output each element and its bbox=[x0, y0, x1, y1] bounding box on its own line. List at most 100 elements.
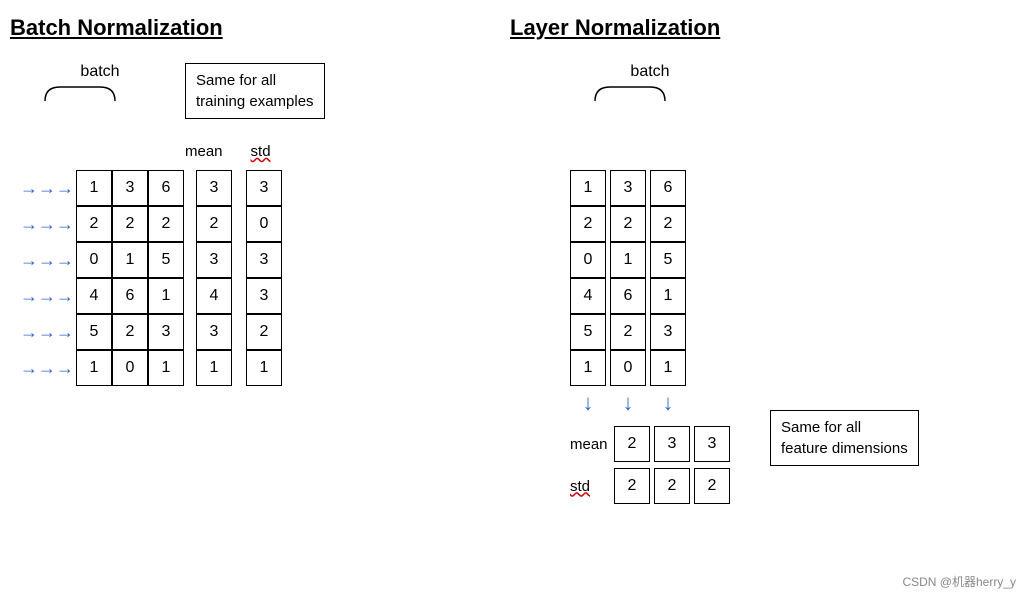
bn-stats-headers: mean std bbox=[185, 143, 271, 160]
ln-mean-label: mean bbox=[570, 436, 606, 453]
ln-cell-0-1: 3 bbox=[610, 170, 646, 206]
ln-col-1: 321620 bbox=[610, 170, 646, 386]
ln-matrix: 120451321620625131 bbox=[570, 170, 730, 386]
bn-cell-3-2: 1 bbox=[148, 278, 184, 314]
ln-content-area: 120451321620625131 ↓↓↓ mean 233 std 222 bbox=[570, 170, 730, 504]
ln-std-2: 2 bbox=[694, 468, 730, 504]
bn-brace-svg bbox=[40, 83, 160, 103]
batch-norm-section: Batch Normalization batch Same for all t… bbox=[10, 15, 500, 61]
bn-batch-label-area: batch bbox=[40, 63, 160, 103]
bn-cell-1-2: 2 bbox=[148, 206, 184, 242]
bn-cell-0-0: 1 bbox=[76, 170, 112, 206]
ln-cell-5-2: 1 bbox=[650, 350, 686, 386]
bn-tooltip-text: Same for all training examples bbox=[196, 72, 314, 110]
ln-cell-3-2: 1 bbox=[650, 278, 686, 314]
ln-cell-5-1: 0 bbox=[610, 350, 646, 386]
bn-cell-0-1: 3 bbox=[112, 170, 148, 206]
bn-std-5: 1 bbox=[246, 350, 282, 386]
ln-batch-label-area: batch bbox=[590, 63, 710, 103]
ln-brace-svg bbox=[590, 83, 710, 103]
ln-batch-label: batch bbox=[630, 63, 669, 81]
bn-col-1: 321620 bbox=[112, 170, 148, 386]
bn-arrow-5: →→→ bbox=[20, 314, 74, 350]
ln-mean-0: 2 bbox=[614, 426, 650, 462]
bn-std-3: 3 bbox=[246, 278, 282, 314]
ln-std-row: std 222 bbox=[570, 468, 730, 504]
bn-mean-label: mean bbox=[185, 143, 223, 160]
bn-cell-2-0: 0 bbox=[76, 242, 112, 278]
ln-cell-2-2: 5 bbox=[650, 242, 686, 278]
ln-std-1: 2 bbox=[654, 468, 690, 504]
ln-cell-4-1: 2 bbox=[610, 314, 646, 350]
ln-std-label: std bbox=[570, 478, 606, 495]
ln-stds: 222 bbox=[614, 468, 730, 504]
bn-col-2: 625131 bbox=[148, 170, 184, 386]
bn-mean-4: 3 bbox=[196, 314, 232, 350]
bn-tooltip: Same for all training examples bbox=[185, 63, 325, 119]
ln-arrows: ↓↓↓ bbox=[570, 390, 730, 416]
ln-cell-5-0: 1 bbox=[570, 350, 606, 386]
bn-title: Batch Normalization bbox=[10, 15, 500, 41]
bn-cell-5-1: 0 bbox=[112, 350, 148, 386]
bn-mean-3: 4 bbox=[196, 278, 232, 314]
ln-cell-4-0: 5 bbox=[570, 314, 606, 350]
bn-cell-3-0: 4 bbox=[76, 278, 112, 314]
ln-arrow-2: ↓ bbox=[650, 390, 686, 416]
bn-cell-3-1: 6 bbox=[112, 278, 148, 314]
bn-std-0: 3 bbox=[246, 170, 282, 206]
bn-col-0: 120451 bbox=[76, 170, 112, 386]
bn-means: 323431 bbox=[196, 170, 232, 386]
bn-arrow-6: →→→ bbox=[20, 350, 74, 386]
ln-title: Layer Normalization bbox=[510, 15, 1000, 41]
ln-cell-0-2: 6 bbox=[650, 170, 686, 206]
bn-cell-4-2: 3 bbox=[148, 314, 184, 350]
bn-content-area: →→→ →→→ →→→ →→→ →→→ →→→ 1204513216206251… bbox=[20, 170, 282, 386]
ln-tooltip: Same for all feature dimensions bbox=[770, 410, 919, 466]
ln-cell-1-0: 2 bbox=[570, 206, 606, 242]
bn-arrow-4: →→→ bbox=[20, 278, 74, 314]
ln-cell-1-2: 2 bbox=[650, 206, 686, 242]
ln-col-2: 625131 bbox=[650, 170, 686, 386]
bn-std-2: 3 bbox=[246, 242, 282, 278]
ln-means: 233 bbox=[614, 426, 730, 462]
ln-cell-2-0: 0 bbox=[570, 242, 606, 278]
ln-cell-2-1: 1 bbox=[610, 242, 646, 278]
bn-cell-5-2: 1 bbox=[148, 350, 184, 386]
bn-cell-1-1: 2 bbox=[112, 206, 148, 242]
ln-mean-row: mean 233 bbox=[570, 426, 730, 462]
ln-cell-1-1: 2 bbox=[610, 206, 646, 242]
bn-mean-5: 1 bbox=[196, 350, 232, 386]
ln-arrow-1: ↓ bbox=[610, 390, 646, 416]
ln-cell-3-1: 6 bbox=[610, 278, 646, 314]
bn-std-4: 2 bbox=[246, 314, 282, 350]
ln-mean-1: 3 bbox=[654, 426, 690, 462]
ln-mean-2: 3 bbox=[694, 426, 730, 462]
ln-cell-0-0: 1 bbox=[570, 170, 606, 206]
bn-mean-2: 3 bbox=[196, 242, 232, 278]
bn-cell-2-2: 5 bbox=[148, 242, 184, 278]
bn-mean-0: 3 bbox=[196, 170, 232, 206]
bn-std-label: std bbox=[251, 143, 271, 160]
ln-arrow-0: ↓ bbox=[570, 390, 606, 416]
bn-cell-1-0: 2 bbox=[76, 206, 112, 242]
bn-cell-2-1: 1 bbox=[112, 242, 148, 278]
bn-arrow-2: →→→ bbox=[20, 206, 74, 242]
bn-cell-4-0: 5 bbox=[76, 314, 112, 350]
bn-cell-4-1: 2 bbox=[112, 314, 148, 350]
bn-arrow-3: →→→ bbox=[20, 242, 74, 278]
bn-cell-5-0: 1 bbox=[76, 350, 112, 386]
bn-stds: 303321 bbox=[246, 170, 282, 386]
bn-arrows: →→→ →→→ →→→ →→→ →→→ →→→ bbox=[20, 170, 74, 386]
ln-cell-3-0: 4 bbox=[570, 278, 606, 314]
layer-norm-section: Layer Normalization batch 12045132162062… bbox=[510, 15, 1000, 61]
bn-mean-1: 2 bbox=[196, 206, 232, 242]
ln-col-0: 120451 bbox=[570, 170, 606, 386]
bn-arrow-1: →→→ bbox=[20, 170, 74, 206]
ln-cell-4-2: 3 bbox=[650, 314, 686, 350]
bn-cell-0-2: 6 bbox=[148, 170, 184, 206]
ln-tooltip-text: Same for all feature dimensions bbox=[781, 419, 908, 457]
ln-std-0: 2 bbox=[614, 468, 650, 504]
bn-matrix: 120451321620625131 bbox=[76, 170, 184, 386]
watermark: CSDN @机器herry_y bbox=[902, 573, 1016, 590]
bn-batch-label: batch bbox=[80, 63, 119, 81]
